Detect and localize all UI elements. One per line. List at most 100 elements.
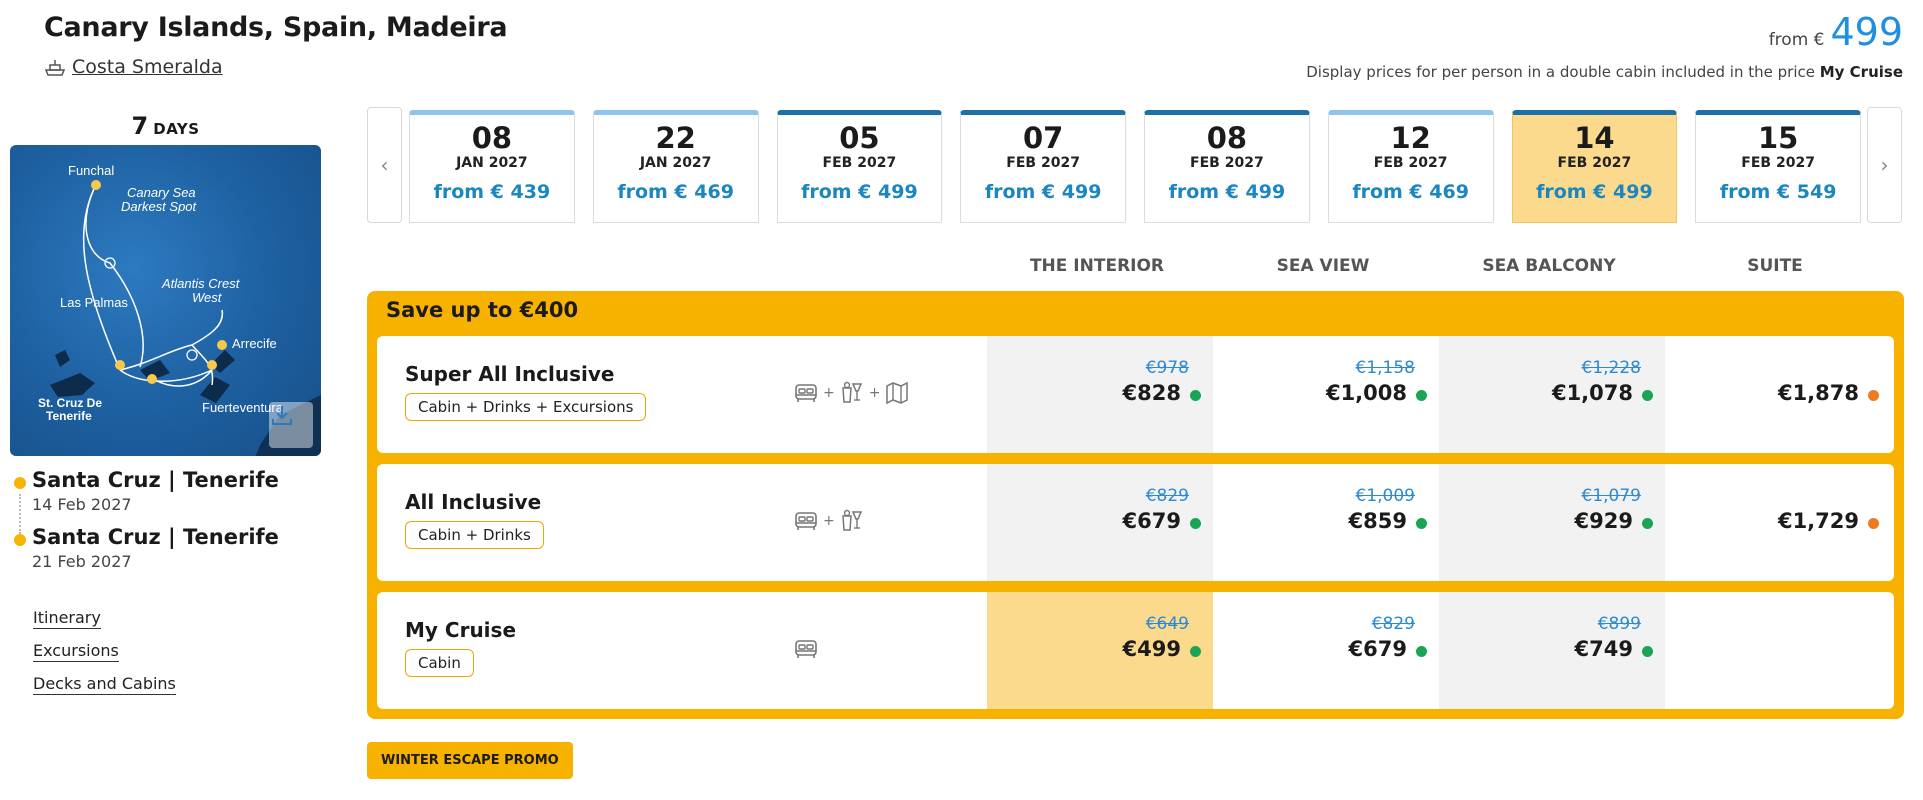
download-icon (272, 406, 292, 425)
new-price: €1,729 (1777, 509, 1859, 533)
date-price: from € 499 (1168, 181, 1286, 203)
excursions-link[interactable]: Excursions (33, 641, 119, 662)
date-day: 05 (839, 121, 880, 155)
port-date: 21 Feb 2027 (32, 552, 132, 571)
column-sea-balcony: SEA BALCONY (1482, 256, 1616, 276)
port-date: 14 Feb 2027 (32, 495, 132, 514)
date-day: 08 (1206, 121, 1248, 155)
duration-label: DAYS (153, 120, 200, 138)
ship-name[interactable]: Costa Smeralda (72, 56, 223, 78)
new-price: €679 (1348, 637, 1407, 661)
map-label-line: Canary Sea (127, 185, 196, 200)
page-title: Canary Islands, Spain, Madeira (44, 12, 508, 43)
new-price: €499 (1122, 637, 1181, 661)
new-price: €859 (1348, 509, 1407, 533)
duration: 7 DAYS (10, 112, 321, 140)
price-note: Display prices for per person in a doubl… (1306, 63, 1903, 81)
itinerary-link[interactable]: Itinerary (33, 608, 101, 629)
plus-icon: + (823, 385, 835, 401)
price-option[interactable]: €829 €679 (987, 464, 1213, 581)
date-month: FEB 2027 (1190, 155, 1264, 171)
drinks-icon (841, 381, 862, 403)
plus-icon: + (823, 513, 835, 529)
date-day: 15 (1757, 121, 1799, 155)
port-name: Santa Cruz | Tenerife (32, 468, 279, 492)
date-card[interactable]: 14 FEB 2027 from € 499 (1511, 110, 1678, 223)
package-icons (793, 636, 819, 662)
old-price: €1,009 (1355, 486, 1415, 506)
old-price: €829 (1145, 486, 1189, 506)
price-option[interactable]: €649 €499 (987, 592, 1213, 709)
column-suite: SUITE (1747, 256, 1803, 276)
dates-next-button[interactable]: › (1867, 107, 1902, 223)
ship-link[interactable]: Costa Smeralda (44, 56, 223, 78)
map-label-atlantis: Atlantis Crest West (161, 276, 241, 305)
price-option[interactable]: €1,009 €859 (1213, 464, 1439, 581)
dates-prev-button[interactable]: ‹ (367, 107, 402, 223)
date-month: FEB 2027 (1557, 155, 1632, 171)
package-icons: + (793, 508, 865, 534)
plus-icon: + (868, 385, 881, 401)
map-label-line: St. Cruz De (38, 396, 102, 410)
date-card[interactable]: 08 FEB 2027 from € 499 (1144, 110, 1310, 223)
old-price: €1,158 (1355, 358, 1415, 378)
bed-icon (795, 512, 817, 530)
port-dot (14, 534, 26, 546)
availability-dot (1868, 390, 1879, 401)
price-option[interactable]: €899 €749 (1439, 592, 1665, 709)
port-dot (14, 477, 26, 489)
package-tag: Cabin + Drinks (405, 521, 544, 549)
port-marker (147, 374, 157, 384)
map-icon (886, 381, 909, 405)
package-icons: + + (793, 380, 910, 406)
date-price: from € 499 (801, 181, 918, 203)
price-option[interactable]: €978 €828 (987, 336, 1213, 453)
date-month: FEB 2027 (1006, 155, 1080, 171)
from-price: 499 (1830, 10, 1903, 54)
bed-icon (795, 384, 817, 402)
price-option[interactable]: €1,878 (1665, 336, 1891, 453)
date-month: FEB 2027 (1741, 155, 1815, 171)
price-note-package: My Cruise (1819, 63, 1903, 81)
date-day: 12 (1390, 121, 1431, 155)
map-label-line: Atlantis Crest (161, 276, 241, 291)
date-card[interactable]: 08 JAN 2027 from € 439 (409, 110, 575, 223)
date-card[interactable]: 15 FEB 2027 from € 549 (1695, 110, 1861, 223)
old-price: €829 (1371, 614, 1415, 634)
price-option[interactable]: €1,729 (1665, 464, 1891, 581)
chevron-left-icon: ‹ (380, 153, 389, 177)
package-row-my-cruise: My Cruise Cabin €649 €499 €829 €679 €899 €749 (377, 592, 1894, 709)
promo-badge[interactable]: WINTER ESCAPE PROMO (367, 742, 573, 779)
availability-dot (1416, 390, 1427, 401)
date-card[interactable]: 07 FEB 2027 from € 499 (960, 110, 1126, 223)
date-day: 08 (471, 121, 513, 155)
package-row-super-all-inclusive: Super All Inclusive Cabin + Drinks + Excu… (377, 336, 1894, 453)
new-price: €1,078 (1551, 381, 1633, 405)
column-sea-view: SEA VIEW (1276, 256, 1370, 276)
route-map[interactable]: Funchal Canary Sea Darkest Spot Atlantis … (10, 145, 321, 456)
column-interior: THE INTERIOR (1029, 256, 1165, 276)
decks-and-cabins-link[interactable]: Decks and Cabins (33, 674, 176, 695)
price-option[interactable]: €1,228 €1,078 (1439, 336, 1665, 453)
date-month: FEB 2027 (1373, 155, 1448, 171)
price-option[interactable]: €1,079 €929 (1439, 464, 1665, 581)
old-price: €899 (1597, 614, 1641, 634)
island-shape (50, 373, 95, 397)
package-name: My Cruise (405, 618, 517, 642)
old-price: €1,228 (1581, 358, 1641, 378)
port-marker (217, 340, 227, 350)
download-map-button[interactable] (269, 402, 313, 448)
waypoint-marker (186, 349, 198, 361)
bed-icon (795, 640, 817, 658)
date-price: from € 469 (1352, 181, 1469, 203)
date-day: 22 (655, 121, 696, 155)
availability-dot (1416, 646, 1427, 657)
price-option[interactable]: €829 €679 (1213, 592, 1439, 709)
chevron-right-icon: › (1880, 153, 1889, 177)
availability-dot (1416, 518, 1427, 529)
date-card[interactable]: 12 FEB 2027 from € 469 (1327, 110, 1494, 223)
price-option[interactable]: €1,158 €1,008 (1213, 336, 1439, 453)
date-card[interactable]: 22 JAN 2027 from € 469 (592, 110, 759, 223)
package-tag: Cabin + Drinks + Excursions (405, 393, 647, 421)
date-card[interactable]: 05 FEB 2027 from € 499 (776, 110, 943, 223)
